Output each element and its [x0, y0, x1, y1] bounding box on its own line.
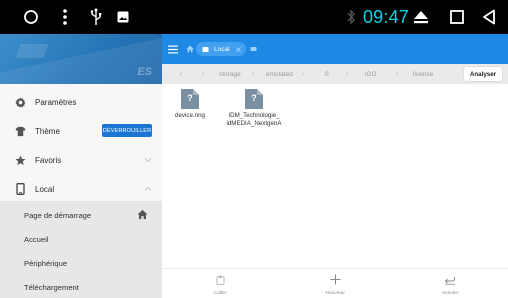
- menu-item-label: Favoris: [35, 155, 62, 165]
- shirt-icon: [14, 125, 26, 137]
- breadcrumb-item-0[interactable]: 0: [325, 64, 329, 84]
- chevron-right-icon: ›: [302, 70, 305, 78]
- menu-item-theme[interactable]: Thème DÉVERROUILLER: [0, 118, 162, 144]
- file-name: device.nng: [175, 112, 205, 119]
- submenu-item-home[interactable]: Accueil: [24, 227, 154, 251]
- eject-icon[interactable]: [412, 0, 430, 34]
- chevron-down-icon[interactable]: [144, 156, 152, 165]
- usb-icon: [88, 0, 104, 34]
- bottom-toolbar: Coller Nouveau Annuler: [162, 268, 508, 298]
- app-logo: ES: [137, 66, 152, 78]
- tab-label: Local: [214, 45, 230, 53]
- local-submenu: Page de démarrage Accueil Périphérique T…: [0, 201, 162, 298]
- menu-item-label: Thème: [35, 126, 60, 136]
- chevron-right-icon: ›: [202, 70, 205, 78]
- breadcrumb: / › storage › emulated › 0 › iGO › licen…: [162, 64, 508, 84]
- clock-time: 09:47: [362, 6, 410, 27]
- breadcrumb-item-storage[interactable]: storage: [219, 64, 241, 84]
- overflow-menu-icon[interactable]: [58, 0, 72, 34]
- paste-label: Coller: [213, 291, 227, 296]
- menu-item-label: Paramètres: [35, 97, 77, 107]
- chevron-up-icon[interactable]: [144, 185, 152, 194]
- submenu-item-label: Périphérique: [24, 258, 68, 268]
- chevron-right-icon: ›: [346, 70, 349, 78]
- back-triangle-icon[interactable]: [480, 0, 498, 34]
- paste-button[interactable]: Coller: [190, 269, 250, 298]
- navigation-drawer: ES Paramètres Thème DÉVERROUILLER Favori…: [0, 34, 162, 298]
- menu-item-local[interactable]: Local: [0, 176, 162, 202]
- submenu-item-label: Accueil: [24, 234, 49, 244]
- new-label: Nouveau: [325, 291, 345, 296]
- undo-icon: [444, 272, 456, 290]
- new-button[interactable]: Nouveau: [305, 269, 365, 298]
- file-name: IDM_Technologie_ idMEDIA_NextgenA: [226, 112, 282, 127]
- app-bar: Local: [162, 34, 508, 64]
- submenu-item-label: Page de démarrage: [24, 210, 92, 220]
- submenu-item-download[interactable]: Téléchargement: [24, 275, 154, 298]
- chevron-right-icon: ›: [252, 70, 255, 78]
- file-glyph: ?: [251, 93, 257, 103]
- menu-item-settings[interactable]: Paramètres: [0, 89, 162, 115]
- file-item[interactable]: ? device.nng: [170, 88, 210, 120]
- breadcrumb-item-root[interactable]: /: [180, 64, 182, 84]
- hamburger-icon[interactable]: [168, 34, 180, 64]
- close-icon[interactable]: [236, 34, 244, 64]
- file-list: ? device.nng ? IDM_Technologie_ idMEDIA_…: [162, 84, 508, 268]
- unknown-file-icon: ?: [244, 88, 264, 110]
- square-icon[interactable]: [448, 0, 466, 34]
- breadcrumb-item-license[interactable]: license: [413, 64, 433, 84]
- chevron-right-icon: ›: [396, 70, 399, 78]
- status-bar: 09:47: [0, 0, 508, 34]
- submenu-item-label: Téléchargement: [24, 282, 79, 292]
- plus-icon: [330, 272, 341, 290]
- bluetooth-icon: [344, 0, 358, 34]
- gear-icon: [14, 96, 26, 108]
- file-glyph: ?: [187, 93, 193, 103]
- circle-icon[interactable]: [20, 0, 42, 34]
- breadcrumb-item-emulated[interactable]: emulated: [266, 64, 293, 84]
- analyse-button[interactable]: Analyser: [464, 67, 502, 81]
- cancel-label: Annuler: [441, 291, 459, 296]
- file-item[interactable]: ? IDM_Technologie_ idMEDIA_NextgenA: [218, 88, 290, 127]
- phone-icon: [202, 34, 212, 64]
- paste-icon: [216, 272, 225, 290]
- breadcrumb-item-igo[interactable]: iGO: [365, 64, 377, 84]
- unlock-badge-button[interactable]: DÉVERROUILLER: [102, 124, 152, 137]
- menu-item-favorites[interactable]: Favoris: [0, 147, 162, 173]
- submenu-item-start-page[interactable]: Page de démarrage: [24, 203, 154, 227]
- image-icon: [116, 0, 130, 34]
- home-icon[interactable]: [137, 209, 148, 222]
- drawer-header: ES: [0, 34, 162, 84]
- phone-icon: [14, 183, 26, 195]
- submenu-item-device[interactable]: Périphérique: [24, 251, 154, 275]
- cancel-button[interactable]: Annuler: [420, 269, 480, 298]
- star-icon: [14, 154, 26, 166]
- unknown-file-icon: ?: [180, 88, 200, 110]
- home-icon[interactable]: [186, 34, 196, 64]
- tabs-icon[interactable]: [250, 34, 260, 64]
- menu-item-label: Local: [35, 184, 55, 194]
